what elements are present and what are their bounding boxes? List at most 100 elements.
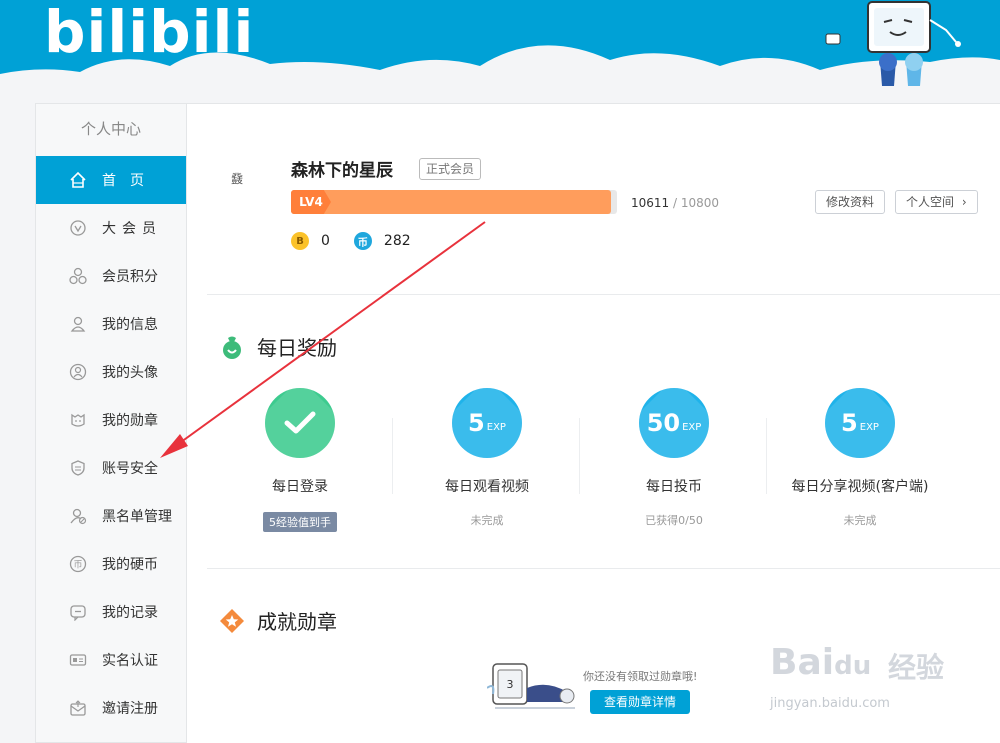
sidebar-item-label: 我的硬币 — [102, 557, 158, 573]
divider — [207, 568, 1000, 569]
svg-text:币: 币 — [73, 560, 82, 571]
money-bag-icon — [223, 336, 241, 359]
main-panel: 鼗 森林下的星辰 正式会员 LV4 10611 / 10800 修改资料 个人空… — [187, 103, 1000, 743]
section-title-text: 每日奖励 — [257, 336, 337, 360]
view-medal-details-button[interactable]: 查看勋章详情 — [590, 690, 691, 714]
sidebar-item-records[interactable]: 我的记录 — [36, 588, 186, 636]
header-banner: bilibili — [0, 0, 1000, 104]
sidebar-title: 个人中心 — [80, 120, 141, 138]
sidebar-item-coins[interactable]: 币 我的硬币 — [36, 540, 186, 588]
task-watch-video: 5 EXP 每日观看视频 未完成 — [402, 388, 572, 528]
section-title-text: 成就勋章 — [257, 610, 337, 634]
sidebar-item-label: 我的信息 — [102, 317, 158, 333]
sidebar-item-label: 我的头像 — [102, 365, 158, 381]
record-icon — [68, 602, 88, 622]
sidebar-item-realname[interactable]: 实名认证 — [36, 636, 186, 684]
sidebar-item-label: 黑名单管理 — [102, 509, 172, 525]
personal-space-button[interactable]: 个人空间 › — [895, 190, 978, 214]
task-badge: 50 EXP — [639, 388, 709, 458]
sidebar-item-points[interactable]: 会员积分 — [36, 252, 186, 300]
task-exp-value: 50 — [646, 409, 681, 437]
vip-icon — [68, 218, 88, 238]
exp-current: 10611 — [631, 196, 670, 210]
avatar-icon — [68, 362, 88, 382]
task-badge — [265, 388, 335, 458]
task-status: 已获得0/50 — [645, 514, 703, 527]
sidebar-item-avatar[interactable]: 我的头像 — [36, 348, 186, 396]
exp-max: 10800 — [680, 196, 720, 210]
bilibili-logo[interactable]: bilibili — [44, 0, 254, 64]
sidebar-item-blacklist[interactable]: 黑名单管理 — [36, 492, 186, 540]
blacklist-icon — [68, 506, 88, 526]
level-progress-fill — [291, 190, 612, 214]
sidebar-item-label: 实名认证 — [102, 653, 158, 669]
coin-balances: B 0 币 282 — [291, 232, 411, 250]
sidebar-item-home[interactable]: 首页 — [36, 156, 186, 204]
empty-medal-text: 你还没有领取过勋章哦! — [583, 670, 698, 683]
task-exp-unit: EXP — [859, 421, 879, 433]
task-status: 5经验值到手 — [263, 512, 337, 532]
user-icon — [68, 314, 88, 334]
exp-readout: 10611 / 10800 — [631, 196, 719, 210]
task-name: 每日投币 — [646, 479, 702, 495]
sidebar-item-invite[interactable]: 邀请注册 — [36, 684, 186, 732]
sidebar-item-label: 大会员 — [102, 221, 162, 237]
task-status: 未完成 — [470, 514, 504, 527]
medal-icon — [68, 410, 88, 430]
daily-rewards-title: 每日奖励 — [219, 332, 337, 361]
sidebar-item-security[interactable]: 账号安全 — [36, 444, 186, 492]
badge-star-icon — [220, 608, 244, 633]
task-daily-login: 每日登录 5经验值到手 — [215, 388, 385, 532]
sidebar-item-label: 邀请注册 — [102, 701, 158, 717]
coin-icon: 币 — [353, 232, 372, 250]
id-card-icon — [68, 650, 88, 670]
chevron-right-icon: › — [961, 195, 967, 209]
avatar[interactable]: 鼗 — [217, 170, 257, 192]
task-name: 每日分享视频(客户端) — [791, 479, 929, 495]
home-icon — [68, 170, 88, 190]
task-badge: 5 EXP — [452, 388, 522, 458]
task-exp-unit: EXP — [682, 421, 702, 433]
divider — [207, 294, 1000, 295]
task-daily-coin: 50 EXP 每日投币 已获得0/50 — [589, 388, 759, 528]
shield-icon — [68, 458, 88, 478]
points-icon — [68, 266, 88, 286]
sidebar-item-label: 我的记录 — [102, 605, 158, 621]
sleeping-tv-illustration: 3 — [487, 663, 575, 709]
personal-space-label: 个人空间 — [906, 195, 955, 209]
edit-profile-button[interactable]: 修改资料 — [815, 190, 886, 214]
task-badge: 5 EXP — [825, 388, 895, 458]
task-exp-value: 5 — [841, 409, 858, 437]
sidebar: 个人中心 首页 大会员 会员积分 我的信息 我的头像 我的勋章 账号安全 黑名单… — [35, 103, 187, 743]
task-exp-unit: EXP — [486, 421, 506, 433]
task-name: 每日登录 — [272, 479, 328, 495]
task-exp-value: 5 — [468, 409, 485, 437]
sidebar-item-label: 首页 — [102, 173, 158, 189]
coin-icon: 币 — [68, 554, 88, 574]
achievement-title: 成就勋章 — [219, 606, 337, 635]
sidebar-item-label: 会员积分 — [102, 269, 158, 285]
mascot-illustration — [825, 1, 961, 86]
bcoin-icon: B — [291, 232, 309, 250]
sidebar-item-label: 我的勋章 — [102, 413, 158, 429]
invite-icon — [68, 698, 88, 718]
level-progress-bar: LV4 — [291, 190, 617, 214]
sidebar-item-label: 账号安全 — [102, 461, 158, 477]
sidebar-item-vip[interactable]: 大会员 — [36, 204, 186, 252]
level-badge: LV4 — [291, 190, 331, 214]
sidebar-item-medal[interactable]: 我的勋章 — [36, 396, 186, 444]
exp-separator: / — [673, 196, 678, 210]
task-status: 未完成 — [843, 514, 877, 527]
coin-value: 282 — [383, 233, 411, 249]
task-name: 每日观看视频 — [445, 479, 529, 495]
divider — [392, 418, 393, 494]
divider — [579, 418, 580, 494]
sidebar-item-info[interactable]: 我的信息 — [36, 300, 186, 348]
task-share-video: 5 EXP 每日分享视频(客户端) 未完成 — [775, 388, 945, 528]
svg-text:3: 3 — [507, 678, 514, 691]
member-tag: 正式会员 — [419, 158, 482, 180]
divider — [766, 418, 767, 494]
bcoin-value: 0 — [321, 233, 330, 249]
username: 森林下的星辰 — [291, 161, 393, 181]
checkmark-icon — [284, 411, 316, 434]
